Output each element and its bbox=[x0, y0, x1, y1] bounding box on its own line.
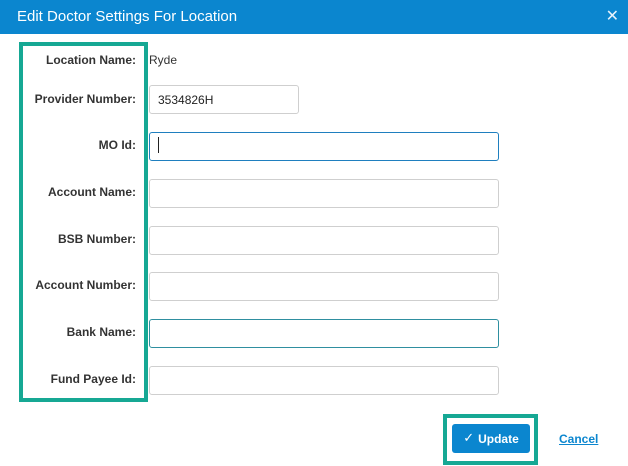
close-icon[interactable]: ✕ bbox=[606, 6, 619, 25]
account-number-input[interactable] bbox=[149, 272, 499, 301]
check-icon: ✓ bbox=[463, 431, 475, 446]
account-name-label: Account Name: bbox=[47, 185, 136, 199]
mo-id-input[interactable] bbox=[149, 132, 499, 161]
cancel-link[interactable]: Cancel bbox=[559, 432, 598, 446]
update-button-label: Update bbox=[478, 431, 519, 446]
location-name-value: Ryde bbox=[149, 53, 178, 67]
dialog-title: Edit Doctor Settings For Location bbox=[17, 8, 238, 25]
fund-payee-id-input[interactable] bbox=[149, 366, 499, 395]
mo-id-label: MO Id: bbox=[98, 138, 136, 152]
account-number-label: Account Number: bbox=[35, 278, 136, 292]
edit-doctor-settings-dialog: Edit Doctor Settings For Location ✕ Loca… bbox=[0, 0, 628, 466]
provider-number-input[interactable] bbox=[149, 85, 299, 114]
provider-number-label: Provider Number: bbox=[34, 92, 136, 106]
update-button[interactable]: ✓ Update bbox=[452, 424, 530, 453]
location-name-label: Location Name: bbox=[45, 53, 136, 67]
dialog-header: Edit Doctor Settings For Location ✕ bbox=[0, 0, 628, 34]
text-caret bbox=[158, 137, 159, 153]
fund-payee-id-label: Fund Payee Id: bbox=[50, 372, 136, 386]
bank-name-input[interactable] bbox=[149, 319, 499, 348]
bsb-number-label: BSB Number: bbox=[57, 232, 136, 246]
bank-name-label: Bank Name: bbox=[66, 325, 136, 339]
account-name-input[interactable] bbox=[149, 179, 499, 208]
bsb-number-input[interactable] bbox=[149, 226, 499, 255]
